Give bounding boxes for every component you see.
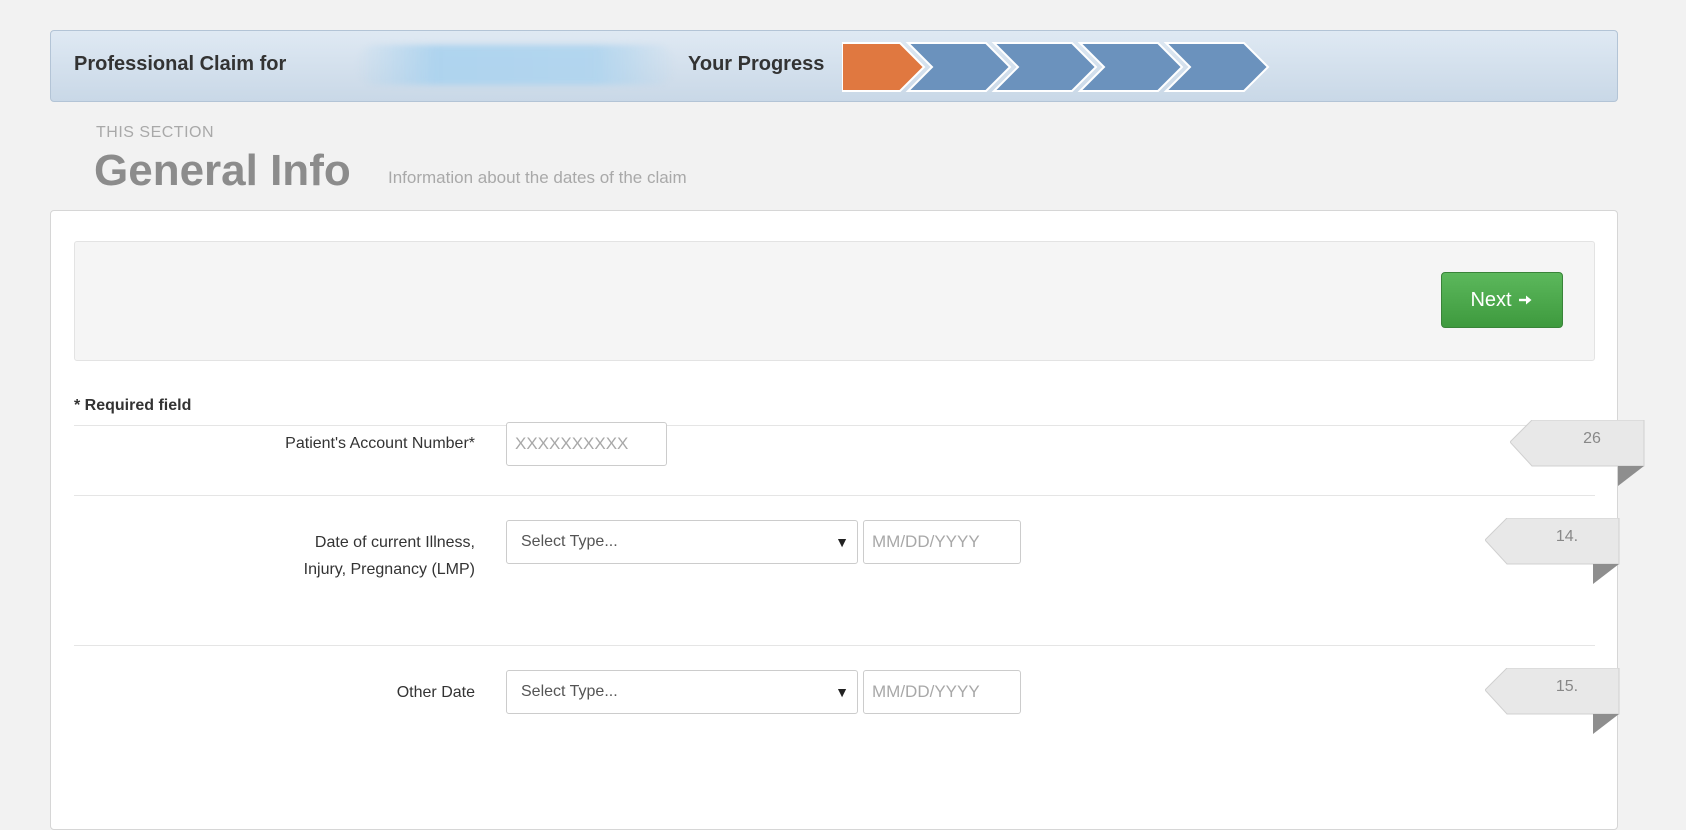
current-illness-label-line2: Injury, Pregnancy (LMP) — [303, 561, 475, 578]
chevron-down-icon: ▼ — [835, 684, 849, 700]
field-number-tag-26: 26 — [1509, 419, 1654, 490]
other-date-input[interactable] — [863, 670, 1021, 714]
current-illness-label-line1: Date of current Illness, — [314, 534, 475, 551]
other-date-label: Other Date — [396, 684, 475, 701]
field-number-text: 14. — [1555, 528, 1579, 545]
divider — [74, 495, 1595, 496]
claim-title: Professional Claim for — [74, 53, 287, 75]
section-eyebrow: THIS SECTION — [96, 124, 215, 141]
next-button[interactable]: Next — [1441, 272, 1563, 328]
divider — [74, 425, 1595, 426]
form-card: Next * Required field Patient's Account … — [50, 210, 1645, 830]
select-value: Select Type... — [521, 683, 618, 700]
required-field-note: * Required field — [74, 397, 192, 414]
current-illness-label: Date of current Illness, Injury, Pregnan… — [51, 529, 475, 583]
arrow-right-icon — [1518, 295, 1532, 305]
current-illness-type-select[interactable]: Select Type... ▼ — [506, 520, 858, 564]
progress-step-1 — [842, 42, 926, 92]
current-illness-date-input[interactable] — [863, 520, 1021, 564]
account-number-input[interactable] — [506, 422, 667, 466]
select-value: Select Type... — [521, 533, 618, 550]
other-date-type-select[interactable]: Select Type... ▼ — [506, 670, 858, 714]
action-bar: Next — [74, 241, 1595, 361]
account-number-label: Patient's Account Number* — [285, 435, 475, 452]
field-number-tag-15: 15. — [1484, 667, 1629, 738]
divider — [74, 645, 1595, 646]
claim-header-bar: Professional Claim for Your Progress — [50, 30, 1618, 102]
redacted-patient-name — [356, 45, 676, 85]
field-number-text: 26 — [1583, 430, 1601, 447]
section-subtitle: Information about the dates of the claim — [388, 168, 687, 187]
field-number-text: 15. — [1555, 678, 1579, 695]
progress-steps — [842, 42, 1270, 92]
progress-label: Your Progress — [688, 53, 825, 75]
next-button-label: Next — [1470, 288, 1512, 311]
field-number-tag-14: 14. — [1484, 517, 1629, 588]
chevron-down-icon: ▼ — [835, 534, 849, 550]
section-title: General Info — [94, 146, 351, 195]
